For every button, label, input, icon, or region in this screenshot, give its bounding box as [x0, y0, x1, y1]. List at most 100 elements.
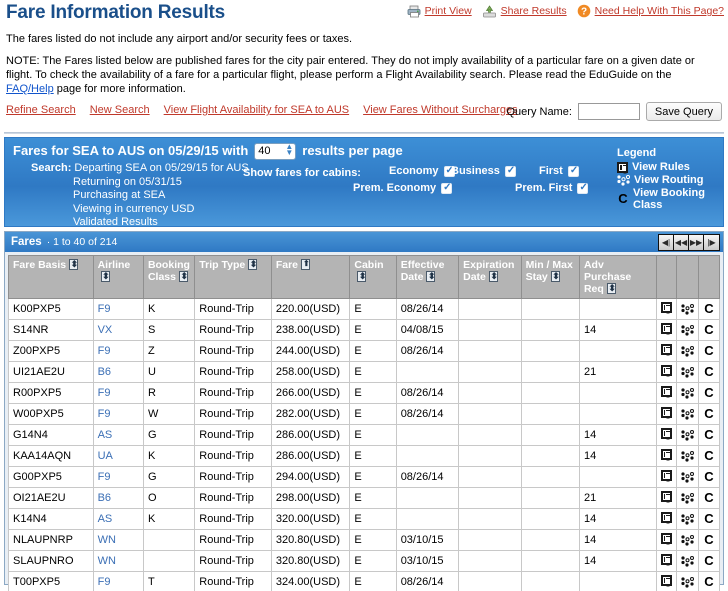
faq-help-link[interactable]: FAQ/Help [6, 83, 54, 95]
next-page-button[interactable]: ▶▶ [689, 235, 704, 250]
sort-toggle-icon[interactable] [426, 270, 436, 282]
view-booking-class-icon[interactable]: C [703, 323, 715, 336]
sort-toggle-icon[interactable] [606, 282, 616, 294]
column-header-airline[interactable]: Airline [92, 255, 144, 299]
view-rules-icon[interactable] [660, 470, 672, 481]
view-rules-button[interactable] [655, 319, 677, 341]
view-rules-button[interactable] [655, 382, 677, 404]
sort-toggle-icon[interactable] [178, 270, 188, 282]
view-routing-icon[interactable] [681, 429, 694, 441]
view-routing-button[interactable] [675, 466, 699, 488]
view-rules-icon[interactable] [660, 554, 672, 565]
view-routing-button[interactable] [675, 403, 699, 425]
view-routing-button[interactable] [675, 424, 699, 446]
new-search-link[interactable]: New Search [90, 104, 150, 116]
view-routing-icon[interactable] [681, 492, 694, 504]
view-routing-button[interactable] [675, 319, 699, 341]
view-routing-button[interactable] [675, 445, 699, 467]
prev-page-button[interactable]: ◀◀ [674, 235, 689, 250]
view-rules-icon[interactable] [660, 302, 672, 313]
checkbox-checked-icon[interactable] [504, 165, 516, 177]
cabin-checkbox-business[interactable]: Business [451, 165, 516, 177]
sort-toggle-icon[interactable] [357, 270, 366, 282]
view-rules-icon[interactable] [660, 491, 672, 502]
view-routing-button[interactable] [675, 487, 699, 509]
column-header-min-max-stay[interactable]: Min / Max Stay [520, 255, 580, 299]
view-booking-class-icon[interactable]: C [703, 302, 715, 315]
view-rules-icon[interactable] [660, 407, 672, 418]
view-booking-class-icon[interactable]: C [703, 575, 715, 588]
view-rules-icon[interactable] [660, 365, 672, 376]
view-routing-icon[interactable] [681, 534, 694, 546]
view-routing-button[interactable] [675, 361, 699, 383]
view-routing-icon[interactable] [681, 366, 694, 378]
view-routing-icon[interactable] [681, 471, 694, 483]
view-booking-class-icon[interactable]: C [703, 407, 715, 420]
view-routing-icon[interactable] [681, 450, 694, 462]
view-routing-icon[interactable] [681, 576, 694, 588]
view-booking-class-button[interactable]: C [697, 361, 721, 383]
view-rules-button[interactable] [655, 340, 677, 362]
view-rules-button[interactable] [655, 508, 677, 530]
checkbox-checked-icon[interactable] [567, 165, 579, 177]
view-routing-button[interactable] [675, 571, 699, 591]
view-rules-button[interactable] [655, 529, 677, 551]
view-rules-button[interactable] [655, 361, 677, 383]
view-routing-button[interactable] [675, 550, 699, 572]
cabin-checkbox-first[interactable]: First [539, 165, 579, 177]
column-header-fare[interactable]: Fare [270, 255, 351, 299]
view-booking-class-icon[interactable]: C [703, 428, 715, 441]
view-rules-icon[interactable] [660, 512, 672, 523]
view-booking-class-button[interactable]: C [697, 529, 721, 551]
sort-toggle-icon[interactable] [248, 258, 257, 270]
sort-toggle-icon[interactable] [100, 270, 110, 282]
cabin-checkbox-economy[interactable]: Economy [389, 165, 455, 177]
view-rules-button[interactable] [655, 403, 677, 425]
view-routing-icon[interactable] [681, 303, 694, 315]
view-rules-button[interactable] [655, 466, 677, 488]
checkbox-checked-icon[interactable] [577, 182, 589, 194]
column-header-trip-type[interactable]: Trip Type [194, 255, 272, 299]
view-routing-icon[interactable] [681, 513, 694, 525]
view-routing-icon[interactable] [681, 345, 694, 357]
view-flight-availability-link[interactable]: View Flight Availability for SEA to AUS [164, 104, 349, 116]
view-rules-button[interactable] [655, 550, 677, 572]
view-rules-icon[interactable] [660, 575, 672, 586]
view-booking-class-button[interactable]: C [697, 382, 721, 404]
last-page-button[interactable]: |▶ [704, 235, 719, 250]
view-rules-button[interactable] [655, 298, 677, 320]
view-rules-icon[interactable] [660, 449, 672, 460]
print-view-link[interactable]: Print View [407, 5, 472, 18]
view-routing-button[interactable] [675, 340, 699, 362]
view-routing-button[interactable] [675, 508, 699, 530]
view-booking-class-button[interactable]: C [697, 487, 721, 509]
view-booking-class-button[interactable]: C [697, 298, 721, 320]
view-booking-class-button[interactable]: C [697, 424, 721, 446]
view-routing-button[interactable] [675, 298, 699, 320]
view-routing-button[interactable] [675, 529, 699, 551]
view-rules-button[interactable] [655, 424, 677, 446]
view-routing-icon[interactable] [681, 555, 694, 567]
column-header-adv-purchase-req[interactable]: Adv Purchase Req [578, 255, 657, 299]
view-booking-class-icon[interactable]: C [703, 554, 715, 567]
view-booking-class-icon[interactable]: C [703, 470, 715, 483]
view-routing-icon[interactable] [681, 408, 694, 420]
checkbox-checked-icon[interactable] [441, 182, 453, 194]
view-rules-button[interactable] [655, 487, 677, 509]
column-header-cabin[interactable]: Cabin [349, 255, 397, 299]
view-routing-icon[interactable] [681, 324, 694, 336]
view-booking-class-icon[interactable]: C [703, 512, 715, 525]
view-booking-class-icon[interactable]: C [703, 386, 715, 399]
column-header-fare-basis[interactable]: Fare Basis [8, 255, 94, 299]
view-fares-without-surcharges-link[interactable]: View Fares Without Surcharges [363, 104, 517, 116]
view-booking-class-button[interactable]: C [697, 340, 721, 362]
view-booking-class-icon[interactable]: C [703, 449, 715, 462]
view-rules-icon[interactable] [660, 428, 672, 439]
print-view-label[interactable]: Print View [425, 5, 472, 17]
share-results-link[interactable]: Share Results [482, 4, 567, 18]
need-help-link[interactable]: ? Need Help With This Page? [577, 4, 724, 18]
view-booking-class-icon[interactable]: C [703, 344, 715, 357]
view-routing-icon[interactable] [681, 387, 694, 399]
view-booking-class-button[interactable]: C [697, 403, 721, 425]
cabin-checkbox-prem-first[interactable]: Prem. First [515, 182, 589, 194]
